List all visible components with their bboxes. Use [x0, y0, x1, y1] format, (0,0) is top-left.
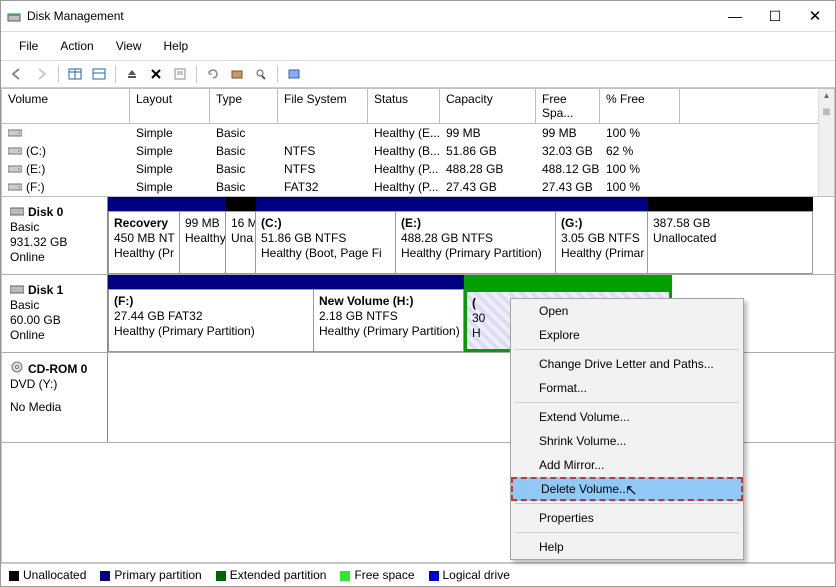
partition-cell[interactable]: (F:)27.44 GB FAT32Healthy (Primary Parti…: [108, 289, 314, 352]
toolbar-refresh-icon[interactable]: [202, 64, 224, 84]
ctx-properties[interactable]: Properties: [511, 506, 743, 530]
ctx-extend[interactable]: Extend Volume...: [511, 405, 743, 429]
forward-button[interactable]: [31, 64, 53, 84]
ctx-format[interactable]: Format...: [511, 376, 743, 400]
cdrom-icon: [10, 361, 24, 377]
disk0-size: 931.32 GB: [10, 235, 99, 250]
menu-action[interactable]: Action: [50, 36, 103, 56]
volume-row[interactable]: SimpleBasicHealthy (E...99 MB99 MB100 %: [2, 124, 834, 142]
back-button[interactable]: [7, 64, 29, 84]
col-type[interactable]: Type: [210, 89, 278, 124]
menu-file[interactable]: File: [9, 36, 48, 56]
cdrom-type: DVD (Y:): [10, 377, 99, 392]
toolbar-properties-icon[interactable]: [169, 64, 191, 84]
toolbar-table-icon[interactable]: [64, 64, 86, 84]
col-status[interactable]: Status: [368, 89, 440, 124]
legend-unallocated: Unallocated: [9, 568, 86, 582]
partition-cell[interactable]: 387.58 GBUnallocated: [648, 211, 813, 274]
partition-cell[interactable]: (E:)488.28 GB NTFSHealthy (Primary Parti…: [396, 211, 556, 274]
toolbar-x-icon[interactable]: [145, 64, 167, 84]
col-free[interactable]: Free Spa...: [536, 89, 600, 124]
col-pctfree[interactable]: % Free: [600, 89, 680, 124]
minimize-button[interactable]: —: [715, 5, 755, 27]
volume-row[interactable]: (C:)SimpleBasicNTFSHealthy (B...51.86 GB…: [2, 142, 834, 160]
legend: Unallocated Primary partition Extended p…: [1, 563, 835, 586]
partition-cell[interactable]: 16 MUna: [226, 211, 256, 274]
partition-cell[interactable]: Recovery450 MB NTHealthy (Pr: [108, 211, 180, 274]
volume-list: Volume Layout Type File System Status Ca…: [1, 88, 835, 197]
partition-cell[interactable]: New Volume (H:)2.18 GB NTFSHealthy (Prim…: [314, 289, 464, 352]
ctx-mirror[interactable]: Add Mirror...: [511, 453, 743, 477]
toolbar-settings-icon[interactable]: [283, 64, 305, 84]
disk-icon: [10, 205, 24, 220]
disk-row-0: Disk 0 Basic 931.32 GB Online Recovery45…: [2, 197, 834, 275]
partition-cell[interactable]: 99 MBHealthy: [180, 211, 226, 274]
ctx-explore[interactable]: Explore: [511, 323, 743, 347]
menubar: File Action View Help: [1, 32, 835, 61]
ctx-help[interactable]: Help: [511, 535, 743, 559]
disk0-state: Online: [10, 250, 99, 265]
toolbar-rescan-icon[interactable]: [226, 64, 248, 84]
disk-info-1[interactable]: Disk 1 Basic 60.00 GB Online: [2, 275, 108, 352]
toolbar-eject-icon[interactable]: [121, 64, 143, 84]
disk1-state: Online: [10, 328, 99, 343]
volume-scrollbar[interactable]: [818, 89, 834, 196]
ctx-open[interactable]: Open: [511, 299, 743, 323]
disk1-type: Basic: [10, 298, 99, 313]
titlebar: Disk Management — ☐ ✕: [1, 1, 835, 32]
partition-cell[interactable]: (C:)51.86 GB NTFSHealthy (Boot, Page Fi: [256, 211, 396, 274]
toolbar: [1, 61, 835, 88]
ctx-sep: [515, 402, 739, 403]
volume-list-header: Volume Layout Type File System Status Ca…: [2, 89, 834, 124]
legend-extended: Extended partition: [216, 568, 327, 582]
volume-list-body: SimpleBasicHealthy (E...99 MB99 MB100 %(…: [2, 124, 834, 196]
col-volume[interactable]: Volume: [2, 89, 130, 124]
disk0-title: Disk 0: [28, 205, 63, 220]
ctx-shrink[interactable]: Shrink Volume...: [511, 429, 743, 453]
ctx-sep: [515, 503, 739, 504]
menu-help[interactable]: Help: [154, 36, 199, 56]
toolbar-search-icon[interactable]: [250, 64, 272, 84]
col-capacity[interactable]: Capacity: [440, 89, 536, 124]
legend-primary: Primary partition: [100, 568, 201, 582]
cdrom-state: No Media: [10, 400, 99, 415]
disk1-size: 60.00 GB: [10, 313, 99, 328]
col-spacer: [680, 89, 834, 124]
volume-row[interactable]: (F:)SimpleBasicFAT32Healthy (P...27.43 G…: [2, 178, 834, 196]
disk0-partitions: Recovery450 MB NTHealthy (Pr99 MBHealthy…: [108, 197, 834, 274]
toolbar-list-icon[interactable]: [88, 64, 110, 84]
col-filesystem[interactable]: File System: [278, 89, 368, 124]
volume-row[interactable]: (E:)SimpleBasicNTFSHealthy (P...488.28 G…: [2, 160, 834, 178]
menu-view[interactable]: View: [106, 36, 152, 56]
disk-icon: [10, 283, 24, 298]
partition-cell[interactable]: (G:)3.05 GB NTFSHealthy (Primar: [556, 211, 648, 274]
disk-info-cdrom[interactable]: CD-ROM 0 DVD (Y:) No Media: [2, 353, 108, 442]
ctx-delete-volume[interactable]: Delete Volume...↖: [511, 477, 743, 501]
ctx-change-letter[interactable]: Change Drive Letter and Paths...: [511, 352, 743, 376]
app-icon: [7, 9, 21, 23]
ctx-sep: [515, 349, 739, 350]
disk-info-0[interactable]: Disk 0 Basic 931.32 GB Online: [2, 197, 108, 274]
context-menu: Open Explore Change Drive Letter and Pat…: [510, 298, 744, 560]
ctx-sep: [515, 532, 739, 533]
legend-logical: Logical drive: [429, 568, 510, 582]
maximize-button[interactable]: ☐: [755, 5, 795, 27]
disk0-type: Basic: [10, 220, 99, 235]
cdrom-title: CD-ROM 0: [28, 362, 87, 377]
col-layout[interactable]: Layout: [130, 89, 210, 124]
legend-free: Free space: [340, 568, 414, 582]
window-title: Disk Management: [27, 9, 124, 23]
close-button[interactable]: ✕: [795, 5, 835, 27]
disk1-title: Disk 1: [28, 283, 63, 298]
